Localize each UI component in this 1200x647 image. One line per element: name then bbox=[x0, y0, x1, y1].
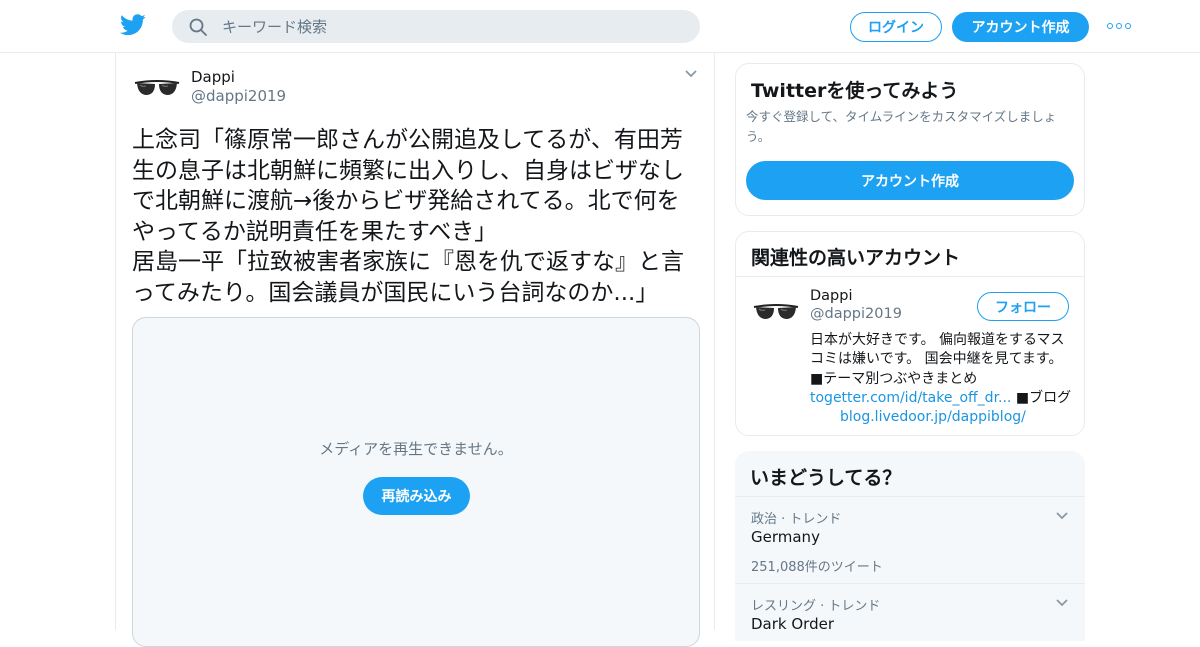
media-player[interactable]: メディアを再生できません。 再読み込み bbox=[132, 317, 700, 647]
signup-card-subtitle: 今すぐ登録して、タイムラインをカスタマイズしましょう。 bbox=[746, 109, 1057, 144]
signup-card: Twitterを使ってみよう 今すぐ登録して、タイムラインをカスタマイズしましょ… bbox=[735, 63, 1085, 216]
divider bbox=[735, 583, 1085, 584]
login-button[interactable]: ログイン bbox=[850, 12, 942, 42]
sunglasses-avatar-icon bbox=[132, 63, 182, 113]
trends-card: いまどうしてる？ 政治 · トレンド Germany 251,088件のツイート… bbox=[735, 451, 1085, 641]
chevron-down-icon[interactable] bbox=[1055, 511, 1069, 521]
chevron-down-icon[interactable] bbox=[684, 69, 698, 79]
divider bbox=[736, 276, 1084, 277]
tweet-author-handle[interactable]: @dappi2019 bbox=[191, 87, 286, 105]
related-account-handle[interactable]: @dappi2019 bbox=[810, 306, 902, 322]
tweet-column: Dappi @dappi2019 上念司「篠原常一郎さんが公開追及してるが、有田… bbox=[115, 53, 715, 647]
trends-card-title: いまどうしてる？ bbox=[750, 467, 902, 489]
bio-link-blog[interactable]: blog.livedoor.jp/dappiblog/ bbox=[840, 409, 1026, 425]
trend-category: レスリング · トレンド bbox=[751, 599, 881, 614]
related-account-name[interactable]: Dappi bbox=[810, 288, 853, 304]
trend-name[interactable]: Dark Order bbox=[751, 615, 834, 633]
search-input[interactable] bbox=[222, 10, 682, 43]
avatar[interactable] bbox=[751, 287, 801, 337]
twitter-bird-icon[interactable] bbox=[120, 14, 146, 36]
related-card-title: 関連性の高いアカウント bbox=[751, 247, 961, 269]
related-accounts-card: 関連性の高いアカウント Dappi @dappi2019 フォロー 日本が大好き… bbox=[735, 231, 1085, 436]
related-account-bio: 日本が大好きです。 偏向報道をするマスコミは嫌いです。 国会中継を見てます。 ■… bbox=[810, 331, 1072, 427]
follow-button[interactable]: フォロー bbox=[977, 292, 1069, 321]
tweet-author-name[interactable]: Dappi bbox=[191, 68, 235, 86]
divider bbox=[735, 496, 1085, 497]
bio-blog-label: ■ブログ bbox=[1015, 389, 1072, 406]
search-icon bbox=[189, 18, 207, 36]
top-navigation-bar: ログイン アカウント作成 bbox=[0, 0, 1200, 53]
reload-button[interactable]: 再読み込み bbox=[363, 477, 470, 515]
signup-card-button[interactable]: アカウント作成 bbox=[746, 161, 1074, 200]
avatar[interactable] bbox=[132, 63, 182, 113]
media-error-message: メディアを再生できません。 bbox=[319, 440, 513, 458]
trend-name[interactable]: Germany bbox=[751, 528, 820, 546]
sunglasses-avatar-icon bbox=[751, 287, 801, 337]
signup-button[interactable]: アカウント作成 bbox=[952, 12, 1089, 42]
search-box[interactable] bbox=[172, 10, 700, 43]
more-dots-icon[interactable] bbox=[1107, 23, 1131, 31]
chevron-down-icon[interactable] bbox=[1055, 598, 1069, 608]
signup-card-title: Twitterを使ってみよう bbox=[751, 80, 959, 102]
bio-text: 日本が大好きです。 偏向報道をするマスコミは嫌いです。 国会中継を見てます。 ■… bbox=[810, 332, 1065, 387]
bio-link-togetter[interactable]: togetter.com/id/take_off_dr... bbox=[810, 390, 1011, 406]
trend-tweet-count: 251,088件のツイート bbox=[751, 560, 883, 575]
trend-category: 政治 · トレンド bbox=[751, 512, 842, 527]
tweet-text: 上念司「篠原常一郎さんが公開追及してるが、有田芳生の息子は北朝鮮に頻繁に出入りし… bbox=[132, 127, 684, 306]
